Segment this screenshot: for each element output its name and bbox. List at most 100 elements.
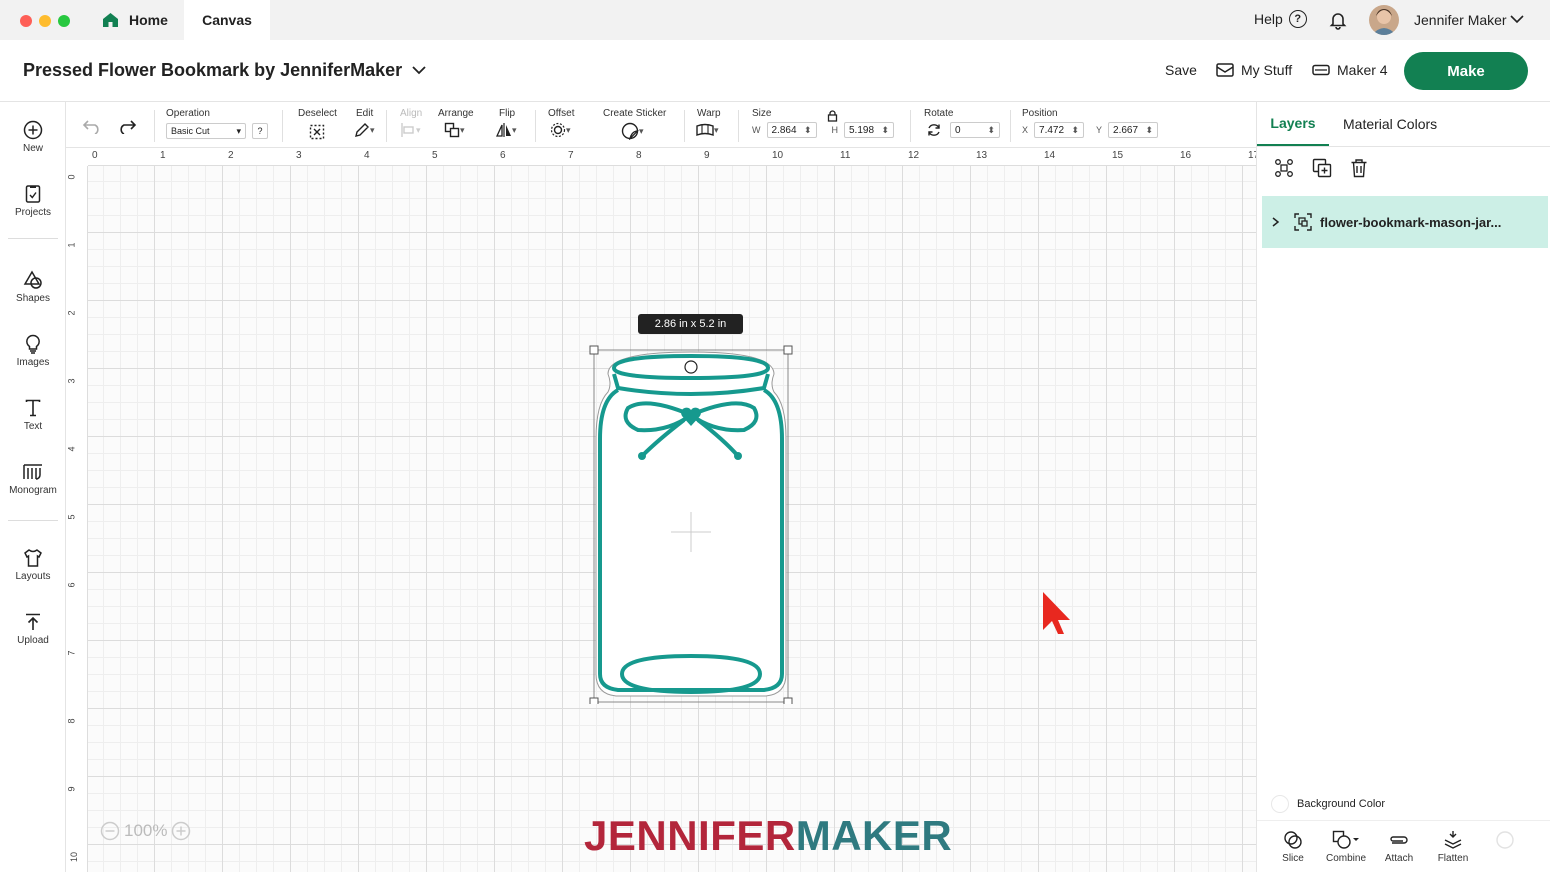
attach-button[interactable]: Attach [1374,830,1424,864]
x-value: 7.472 [1039,124,1065,136]
arrange-button[interactable]: ▾ [444,122,465,138]
stepper-icon[interactable]: ⬍ [1145,125,1153,136]
redo-icon[interactable] [117,118,137,134]
layer-row[interactable]: flower-bookmark-mason-jar... [1262,196,1548,248]
minimize-window-button[interactable] [39,15,51,27]
layouts-button[interactable]: Layouts [0,548,66,582]
create-sticker-button[interactable]: ▾ [621,122,644,140]
size-tooltip: 2.86 in x 5.2 in [638,314,743,334]
align-icon [401,123,414,137]
align-group: Align [400,108,422,121]
ruler-tick-label: 1 [160,150,166,161]
position-group: Position [1022,108,1058,121]
project-title[interactable]: Pressed Flower Bookmark by JenniferMaker [23,60,402,81]
offset-button[interactable]: ▾ [550,122,571,138]
undo-icon[interactable] [82,118,102,134]
slice-label: Slice [1282,853,1304,864]
arrange-label: Arrange [438,108,474,119]
lock-icon[interactable] [827,110,838,122]
my-stuff-button[interactable]: My Stuff [1216,62,1292,78]
deselect-icon[interactable] [309,124,325,140]
close-window-button[interactable] [20,15,32,27]
user-name[interactable]: Jennifer Maker [1414,12,1507,28]
slice-icon [1284,831,1302,849]
rotate-input[interactable]: 0 ⬍ [950,122,1000,138]
chevron-down-icon[interactable] [412,64,426,76]
height-input[interactable]: 5.198 ⬍ [844,122,894,138]
flip-button[interactable]: ▾ [496,122,517,138]
arrange-icon [444,122,460,138]
divider [1257,146,1550,147]
watermark-part-a: JENNIFER [584,812,796,859]
rotate-handle[interactable] [684,360,698,374]
monogram-button[interactable]: Monogram [0,462,66,496]
make-button[interactable]: Make [1404,52,1528,90]
divider [738,110,739,142]
group-icon[interactable] [1274,158,1294,178]
zoom-in-icon[interactable] [171,821,191,841]
machine-button[interactable]: Maker 4 [1312,62,1388,78]
trash-icon[interactable] [1350,158,1368,178]
combine-button[interactable]: Combine [1321,830,1371,864]
layers-panel: Layers Material Colors flower-bookmark-m… [1256,102,1550,872]
operation-select[interactable]: Basic Cut ▾ [166,123,246,139]
chevron-right-icon[interactable] [1270,216,1280,228]
text-button[interactable]: Text [0,398,66,432]
align-button[interactable]: ▾ [400,122,421,138]
layouts-label: Layouts [15,571,51,582]
warp-group: Warp [697,108,721,121]
stepper-icon[interactable]: ⬍ [881,125,889,136]
tab-home[interactable]: Home [88,0,184,40]
zoom-out-icon[interactable] [100,821,120,841]
maximize-window-button[interactable] [58,15,70,27]
warp-icon [696,123,714,137]
y-position-input[interactable]: 2.667 ⬍ [1108,122,1159,138]
help-button[interactable]: Help ? [1254,10,1307,28]
group-layer-icon [1294,213,1312,231]
ruler-tick-label: 1 [66,242,77,248]
new-button[interactable]: New [0,120,66,154]
tab-layers[interactable]: Layers [1257,102,1329,146]
caret-down-icon: ▾ [566,124,571,135]
background-color-swatch[interactable] [1271,795,1289,813]
paperclip-icon [1390,836,1408,844]
save-button[interactable]: Save [1165,62,1197,78]
flip-icon [496,123,511,137]
tab-material-colors[interactable]: Material Colors [1343,102,1437,146]
shapes-button[interactable]: Shapes [0,270,66,304]
mason-jar-design[interactable] [588,344,798,704]
background-color-row[interactable]: Background Color [1271,795,1385,813]
contour-icon[interactable] [1495,830,1515,850]
rotate-label: Rotate [924,108,954,119]
x-position-input[interactable]: 7.472 ⬍ [1034,122,1085,138]
lightbulb-icon [26,334,40,354]
duplicate-icon[interactable] [1312,158,1332,178]
arrange-group: Arrange [438,108,474,121]
divider [684,110,685,142]
stepper-icon[interactable]: ⬍ [804,125,812,136]
chevron-down-icon[interactable] [1510,12,1524,26]
flatten-button[interactable]: Flatten [1428,830,1478,864]
tab-canvas[interactable]: Canvas [184,0,270,40]
projects-button[interactable]: Projects [0,184,66,218]
ruler-top: 0 1 2 3 4 5 6 7 8 9 10 11 12 13 14 15 16 17 [88,148,1259,166]
rotate-icon [928,124,940,136]
ruler-left: 0 1 2 3 4 5 6 7 8 9 10 [66,166,88,872]
width-input[interactable]: 2.864 ⬍ [766,122,817,138]
stepper-icon[interactable]: ⬍ [1071,125,1079,136]
avatar[interactable] [1369,5,1399,35]
create-sticker-group: Create Sticker [603,108,666,121]
ruler-tick-label: 3 [66,378,77,384]
edit-button[interactable]: ▾ [354,122,375,138]
design-canvas[interactable]: 2.86 in x 5.2 in 100% JENNIFERMAKER [88,166,1256,872]
bell-icon[interactable] [1328,10,1348,30]
stepper-icon[interactable]: ⬍ [987,125,995,136]
monogram-label: Monogram [9,485,57,496]
ruler-tick-label: 5 [66,514,77,520]
ruler-tick-label: 0 [92,150,98,161]
images-button[interactable]: Images [0,334,66,368]
slice-button[interactable]: Slice [1268,830,1318,864]
upload-button[interactable]: Upload [0,612,66,646]
operation-help-button[interactable]: ? [252,123,268,139]
warp-button[interactable]: ▾ [696,122,719,138]
